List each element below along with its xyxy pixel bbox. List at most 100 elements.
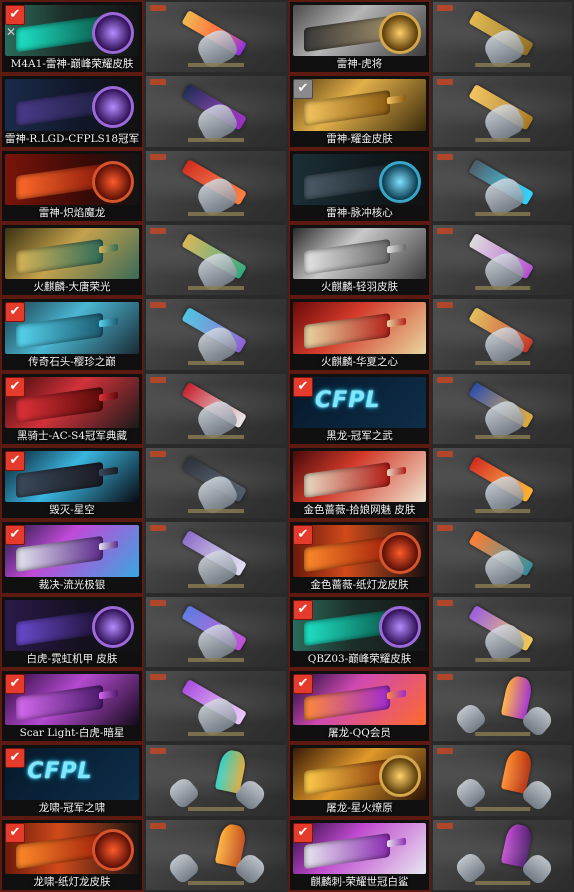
- check-icon[interactable]: ✔: [5, 376, 25, 397]
- skin-card-left[interactable]: 白虎-霓虹机甲 皮肤: [0, 594, 144, 669]
- check-icon[interactable]: ✔: [5, 673, 25, 694]
- check-icon[interactable]: ✔: [293, 525, 313, 546]
- preview-caption-bar: [188, 583, 244, 588]
- cfpl-logo: CFPL: [315, 387, 381, 413]
- check-icon[interactable]: ✔: [293, 822, 313, 843]
- skin-card-right[interactable]: CFPL ✔ 黑龙-冠军之武: [288, 371, 431, 446]
- skin-card-right[interactable]: ✔ 雷神-耀金皮肤: [288, 74, 431, 149]
- preview-caption-bar: [474, 63, 531, 68]
- weapon-preview-left_preview[interactable]: [144, 743, 288, 818]
- preview-caption-bar: [474, 211, 531, 216]
- check-icon[interactable]: ✔: [5, 450, 25, 471]
- weapon-preview-right_preview[interactable]: [431, 222, 574, 298]
- skin-card-right[interactable]: ✔ 麒麟刺-荣耀世冠白鲨: [288, 817, 431, 892]
- skin-card-right[interactable]: ✔ QBZ03-巅峰荣耀皮肤: [288, 594, 431, 669]
- preview-tag-icon: [150, 525, 166, 532]
- weapon-preview-right_preview[interactable]: [431, 520, 574, 595]
- weapon-preview-left_preview[interactable]: [144, 74, 288, 149]
- check-icon[interactable]: ✔: [5, 822, 25, 843]
- skin-card-left[interactable]: ✔ 裁决-流光极银: [0, 520, 144, 595]
- preview-caption-bar: [474, 360, 531, 365]
- weapon-preview-left_preview[interactable]: [144, 297, 288, 372]
- emblem-icon: [378, 11, 421, 54]
- weapon-preview-left_preview[interactable]: [144, 371, 288, 446]
- skin-name-label: 屠龙-星火燎原: [326, 801, 393, 814]
- preview-tag-icon: [150, 79, 166, 86]
- weapon-preview-left_preview[interactable]: [144, 0, 288, 75]
- weapon-preview-right_preview[interactable]: [431, 371, 574, 446]
- skin-card-right[interactable]: ✔ 金色蔷薇-纸灯龙皮肤: [288, 520, 431, 595]
- preview-tag-icon: [437, 599, 453, 606]
- preview-tag-icon: [437, 227, 453, 234]
- emblem-icon: [378, 606, 421, 649]
- preview-tag-icon: [437, 153, 453, 160]
- skin-name-label: QBZ03-巅峰荣耀皮肤: [307, 652, 412, 665]
- preview-caption-bar: [474, 806, 531, 811]
- skin-name-label: 黑龙-冠军之武: [326, 429, 393, 442]
- emblem-icon: [91, 606, 134, 649]
- preview-caption-bar: [474, 286, 531, 291]
- preview-tag-icon: [150, 227, 166, 234]
- weapon-preview-right_preview[interactable]: [431, 594, 574, 669]
- preview-caption-bar: [474, 137, 531, 142]
- preview-caption-bar: [188, 137, 244, 142]
- check-icon[interactable]: ✔: [293, 376, 313, 397]
- skin-card-right[interactable]: 屠龙-星火燎原: [288, 743, 431, 818]
- skin-card-left[interactable]: 火麒麟-大唐荣光: [0, 222, 144, 298]
- check-icon[interactable]: ✔: [5, 748, 25, 769]
- skin-card-left[interactable]: ✔ Scar Light-白虎-暗星: [0, 668, 144, 744]
- preview-caption-bar: [474, 880, 531, 885]
- preview-tag-icon: [437, 79, 453, 86]
- skin-card-left[interactable]: 雷神-R.LGD-CFPLS18冠军: [0, 74, 144, 149]
- skin-card-right[interactable]: 火麒麟-轻羽皮肤: [288, 222, 431, 298]
- check-icon[interactable]: ✔: [5, 302, 25, 323]
- weapon-preview-right_preview[interactable]: [431, 743, 574, 818]
- weapon-preview-right_preview[interactable]: [431, 297, 574, 372]
- skin-name-label: 雷神-R.LGD-CFPLS18冠军: [4, 132, 140, 145]
- skin-card-left[interactable]: CFPL ✔ 龙啸-冠军之啸: [0, 743, 144, 818]
- check-icon[interactable]: ✔: [5, 5, 25, 25]
- skin-name-label: Scar Light-白虎-暗星: [19, 727, 125, 740]
- check-icon[interactable]: ✔: [5, 525, 25, 546]
- preview-caption-bar: [188, 63, 244, 68]
- weapon-preview-right_preview[interactable]: [431, 668, 574, 744]
- preview-caption-bar: [188, 509, 244, 514]
- skin-card-right[interactable]: 雷神-脉冲核心: [288, 148, 431, 223]
- weapon-preview-left_preview[interactable]: [144, 445, 288, 521]
- weapon-preview-left_preview[interactable]: [144, 817, 288, 892]
- weapon-preview-right_preview[interactable]: [431, 817, 574, 892]
- check-icon[interactable]: ✔: [293, 599, 313, 620]
- weapon-preview-right_preview[interactable]: [431, 74, 574, 149]
- weapon-preview-left_preview[interactable]: [144, 222, 288, 298]
- skin-card-right[interactable]: 雷神-虎将: [288, 0, 431, 75]
- emblem-icon: [91, 160, 134, 203]
- weapon-preview-left_preview[interactable]: [144, 594, 288, 669]
- skin-card-left[interactable]: ✔ 传奇石头-樱珍之巅: [0, 297, 144, 372]
- weapon-preview-left_preview[interactable]: [144, 520, 288, 595]
- weapon-preview-right_preview[interactable]: [431, 148, 574, 223]
- skin-card-left[interactable]: ✔ 毁灭-星空: [0, 445, 144, 521]
- skin-name-label: 龙啸-纸灯龙皮肤: [33, 875, 111, 888]
- preview-tag-icon: [150, 153, 166, 160]
- skin-card-left[interactable]: ✔ ✕ M4A1-雷神-巅峰荣耀皮肤: [0, 0, 144, 75]
- preview-caption-bar: [188, 360, 244, 365]
- preview-tag-icon: [437, 450, 453, 457]
- skin-card-right[interactable]: 火麒麟-华夏之心: [288, 297, 431, 372]
- cfpl-logo: CFPL: [27, 759, 93, 785]
- preview-caption-bar: [188, 806, 244, 811]
- weapon-preview-left_preview[interactable]: [144, 148, 288, 223]
- skin-card-right[interactable]: ✔ 屠龙-QQ会员: [288, 668, 431, 744]
- emblem-icon: [91, 86, 134, 129]
- skin-card-left[interactable]: ✔ 龙啸-纸灯龙皮肤: [0, 817, 144, 892]
- emblem-icon: [378, 160, 421, 203]
- skin-name-label: M4A1-雷神-巅峰荣耀皮肤: [10, 58, 134, 71]
- close-icon[interactable]: ✕: [6, 26, 16, 38]
- weapon-preview-left_preview[interactable]: [144, 668, 288, 744]
- skin-card-right[interactable]: 金色蔷薇-拾娘网魅 皮肤: [288, 445, 431, 521]
- weapon-preview-right_preview[interactable]: [431, 445, 574, 521]
- check-icon[interactable]: ✔: [293, 673, 313, 694]
- check-icon[interactable]: ✔: [293, 79, 313, 100]
- skin-card-left[interactable]: 雷神-炽焰魔龙: [0, 148, 144, 223]
- skin-card-left[interactable]: ✔ 黑骑士-AC-S4冠军典藏: [0, 371, 144, 446]
- weapon-preview-right_preview[interactable]: [431, 0, 574, 75]
